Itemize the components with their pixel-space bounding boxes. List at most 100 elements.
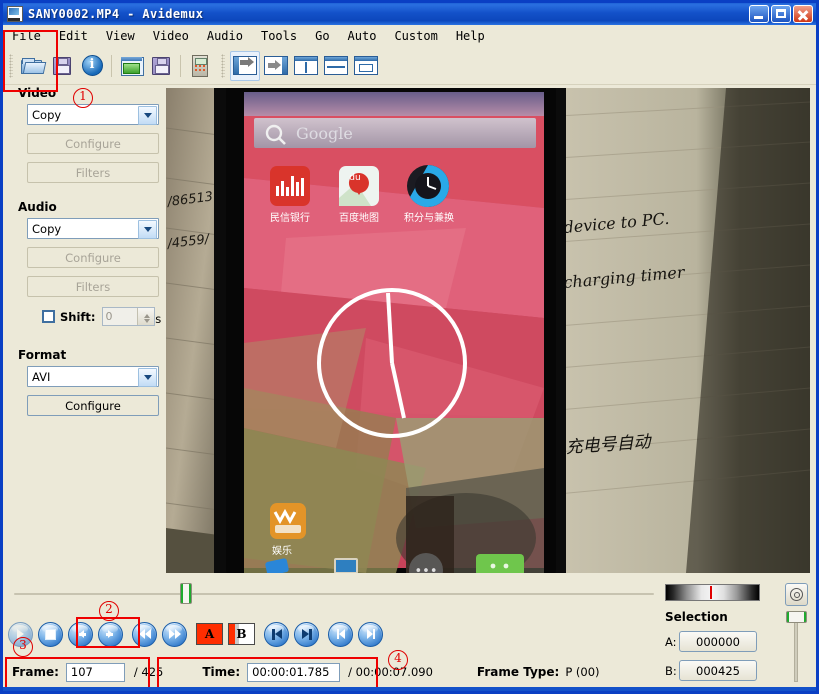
annotation-marker-3: 3 [13, 634, 33, 657]
frame-input[interactable]: 107 [65, 662, 125, 682]
audio-filters-button[interactable]: Filters [27, 276, 159, 297]
time-label: Time: [202, 665, 241, 679]
chevron-down-icon[interactable] [138, 368, 157, 387]
selection-a-button[interactable]: 000000 [679, 631, 757, 652]
forward-button[interactable] [162, 621, 187, 647]
toolbar-separator [180, 54, 181, 77]
view-split-horizontal-button[interactable] [322, 52, 350, 80]
go-to-end-button[interactable] [294, 621, 319, 647]
open-project-icon [120, 56, 144, 76]
stop-button[interactable] [38, 621, 63, 647]
view-single-icon [354, 56, 378, 75]
previous-frame-button[interactable] [68, 621, 93, 647]
audio-codec-value: Copy [32, 221, 62, 236]
menu-item-audio[interactable]: Audio [198, 27, 252, 45]
view-single-button[interactable] [352, 52, 380, 80]
spinner-arrows-icon[interactable] [136, 308, 154, 325]
save-project-icon [152, 56, 170, 75]
svg-text:du: du [349, 173, 360, 183]
svg-text:Google: Google [296, 124, 353, 143]
view-split-horizontal-icon [324, 56, 348, 75]
annotation-marker-4: 4 [388, 647, 408, 670]
save-file-button[interactable] [48, 52, 76, 80]
audio-shift-stepper[interactable]: 0 [101, 307, 155, 326]
menu-item-view[interactable]: View [97, 27, 144, 45]
chevron-down-icon[interactable] [138, 220, 157, 239]
format-section-heading: Format [18, 348, 67, 362]
open-file-button[interactable] [18, 52, 47, 80]
menu-item-help[interactable]: Help [447, 27, 494, 45]
chevron-down-icon[interactable] [138, 106, 157, 125]
video-frame-image: /86513 /4559/ device to PC. charging tim… [166, 88, 810, 573]
annotation-marker-1: 1 [73, 85, 93, 108]
selection-b-label: B: [665, 663, 677, 678]
mark-a-button[interactable]: A [196, 623, 223, 645]
time-input[interactable]: 00:00:01.785 [247, 662, 341, 682]
menu-item-go[interactable]: Go [306, 27, 338, 45]
video-configure-button[interactable]: Configure [27, 133, 159, 154]
selection-b-button[interactable]: 000425 [679, 660, 757, 681]
view-split-vertical-button[interactable] [292, 52, 320, 80]
menu-item-edit[interactable]: Edit [50, 27, 97, 45]
timeline-track[interactable] [14, 593, 654, 595]
volume-button[interactable] [785, 583, 808, 606]
audio-configure-button[interactable]: Configure [27, 247, 159, 268]
svg-text:娱乐: 娱乐 [272, 544, 292, 557]
svg-text:积分与兼换: 积分与兼换 [404, 211, 454, 224]
frame-label: Frame: [12, 665, 59, 679]
format-container-select[interactable]: AVI [27, 366, 159, 387]
annotation-marker-2: 2 [99, 598, 119, 621]
window-bottom-edge [3, 687, 816, 691]
speaker-icon [790, 588, 803, 601]
title-bar: SANY0002.MP4 - Avidemux [3, 3, 816, 25]
output-target-icon [264, 56, 288, 75]
toolbar-grip-2[interactable] [221, 53, 225, 78]
audio-shift-checkbox[interactable] [42, 310, 55, 323]
view-split-vertical-icon [294, 56, 318, 75]
go-to-start-button[interactable] [264, 621, 289, 647]
audio-shift-label: Shift: [60, 309, 96, 324]
svg-text:百度地图: 百度地图 [339, 211, 379, 224]
previous-keyframe-button[interactable] [328, 621, 353, 647]
file-info-button[interactable] [78, 52, 106, 80]
menu-item-tools[interactable]: Tools [252, 27, 306, 45]
timeline-thumb[interactable] [180, 583, 192, 604]
menu-item-auto[interactable]: Auto [339, 27, 386, 45]
save-project-button[interactable] [147, 52, 175, 80]
minimize-button[interactable] [749, 5, 769, 23]
next-keyframe-button[interactable] [358, 621, 383, 647]
menu-item-custom[interactable]: Custom [385, 27, 446, 45]
mark-b-label: B [236, 627, 247, 641]
window-controls [749, 5, 813, 23]
audio-shift-row: Shift: 0 [42, 307, 159, 326]
open-file-icon [21, 57, 47, 75]
calculator-button[interactable] [186, 52, 214, 80]
video-preview[interactable]: /86513 /4559/ device to PC. charging tim… [166, 88, 810, 573]
volume-slider-thumb[interactable] [786, 611, 807, 623]
video-codec-value: Copy [32, 107, 62, 122]
toolbar-grip[interactable] [9, 53, 13, 78]
timeline-slider[interactable] [14, 583, 654, 604]
maximize-button[interactable] [771, 5, 791, 23]
rewind-button[interactable] [132, 621, 157, 647]
audio-shift-value: 0 [105, 310, 113, 323]
video-filters-button[interactable]: Filters [27, 162, 159, 183]
svg-text:民信银行: 民信银行 [270, 211, 310, 224]
menu-item-video[interactable]: Video [144, 27, 198, 45]
menu-item-file[interactable]: File [3, 27, 50, 45]
output-target-button[interactable] [262, 52, 290, 80]
close-button[interactable] [793, 5, 813, 23]
video-codec-select[interactable]: Copy [27, 104, 159, 125]
output-format-button[interactable] [230, 50, 260, 81]
selection-a-label: A: [665, 634, 677, 649]
format-configure-button[interactable]: Configure [27, 395, 159, 416]
open-project-button[interactable] [117, 52, 145, 80]
audio-codec-select[interactable]: Copy [27, 218, 159, 239]
toolbar-separator [111, 54, 112, 77]
encoder-sidebar: Video Copy Configure Filters Audio Copy … [4, 86, 161, 574]
mark-a-label: A [204, 627, 215, 641]
toolbar [3, 47, 816, 85]
mark-b-button[interactable]: B [228, 623, 255, 645]
next-frame-button[interactable] [98, 621, 123, 647]
frame-total: / 425 [133, 665, 164, 679]
